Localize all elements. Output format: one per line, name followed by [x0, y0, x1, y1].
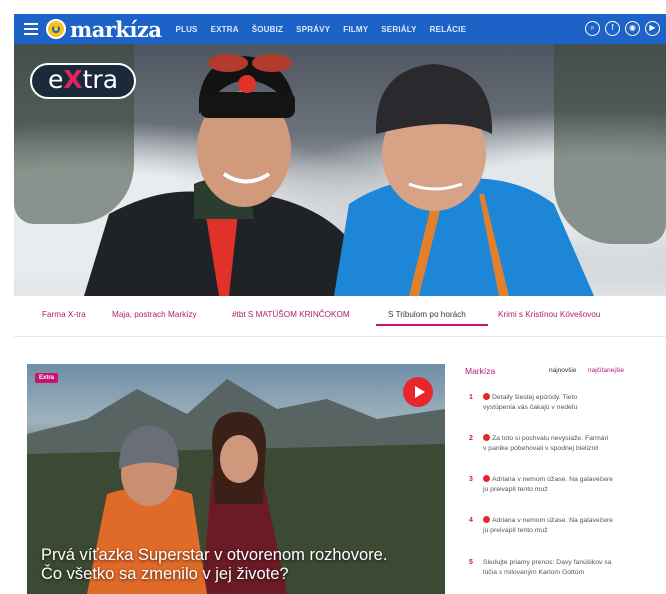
- list-item-number: 2: [469, 435, 473, 442]
- nav-item-extra[interactable]: EXTRA: [211, 25, 239, 34]
- list-item-number: 4: [469, 517, 473, 524]
- featured-article-card[interactable]: Extra Prvá víťazka Superstar v otvorenom…: [27, 364, 445, 594]
- article-title[interactable]: Prvá víťazka Superstar v otvorenom rozho…: [41, 546, 441, 584]
- list-item-line2: vystúpenia vás čakajú v nedeľu: [483, 404, 578, 411]
- sidebar-title: Markíza: [465, 366, 496, 376]
- list-item-number: 1: [469, 394, 473, 401]
- sidebar-header: Markíza najnovšie najčítanejšie: [465, 364, 666, 382]
- instagram-icon[interactable]: ◉: [625, 21, 640, 36]
- nav-item-spravy[interactable]: SPRÁVY: [296, 25, 330, 34]
- nav-item-serialy[interactable]: SERIÁLY: [381, 25, 416, 34]
- list-item-line2: lúčia s milovaným Karlom Gottom: [483, 569, 585, 576]
- extra-badge-suffix: tra: [82, 65, 119, 94]
- list-item-line2: ju preivaplí tento muž: [483, 527, 548, 534]
- top-white-stripe: [14, 0, 666, 14]
- tab-krimi[interactable]: Krimi s Kristínou Kövešovou: [498, 310, 600, 319]
- search-icon[interactable]: ⌕: [585, 21, 600, 36]
- list-item-line1: Adriana v nemom úžase. Na galavečere: [492, 517, 613, 524]
- filter-most-read[interactable]: najčítanejšie: [588, 367, 624, 374]
- show-tabs: Farma X-tra Maja, postrach Markízy #tbt …: [14, 296, 666, 337]
- category-tag[interactable]: Extra: [35, 373, 59, 383]
- hot-icon: [483, 516, 490, 523]
- nav-item-plus[interactable]: PLUS: [175, 25, 197, 34]
- nav-item-soubiz[interactable]: ŠOUBIZ: [252, 25, 283, 34]
- filter-newest[interactable]: najnovšie: [549, 367, 576, 374]
- main-nav: PLUS EXTRA ŠOUBIZ SPRÁVY FILMY SERIÁLY R…: [175, 25, 466, 34]
- hot-icon: [483, 434, 490, 441]
- hero-image[interactable]: eXtra: [14, 44, 666, 296]
- top-navigation-bar: markíza PLUS EXTRA ŠOUBIZ SPRÁVY FILMY S…: [14, 14, 666, 44]
- list-item-number: 5: [469, 559, 473, 566]
- article-title-line1: Prvá víťazka Superstar v otvorenom rozho…: [41, 546, 388, 564]
- tab-tribulom[interactable]: S Tribulom po horách: [388, 310, 466, 319]
- list-item-line2: v panike pobehovali v spodnej bielizni!: [483, 445, 599, 452]
- extra-badge-x: X: [63, 65, 83, 94]
- nav-item-filmy[interactable]: FILMY: [343, 25, 368, 34]
- list-item-line1: Za toto si pochvalu nevysiaže. Farmári: [492, 435, 609, 442]
- hot-icon: [483, 393, 490, 400]
- active-tab-underline: [376, 324, 488, 326]
- play-video-icon[interactable]: [403, 377, 433, 407]
- facebook-icon[interactable]: f: [605, 21, 620, 36]
- logo-text: markíza: [70, 16, 162, 42]
- list-item-line2: ju preivaplí tento muž: [483, 486, 548, 493]
- tab-tbt[interactable]: #tbt S MATÚŠOM KRINČOKOM: [232, 310, 350, 319]
- list-item-line1: Adriana v nemom úžase. Na galavečere: [492, 476, 613, 483]
- nav-item-relacie[interactable]: RELÁCIE: [430, 25, 467, 34]
- article-title-line2: Čo všetko sa zmenilo v jej živote?: [41, 565, 289, 583]
- social-icons: ⌕ f ◉ ▶: [585, 21, 660, 36]
- extra-badge-prefix: e: [47, 65, 64, 94]
- hamburger-menu-icon[interactable]: [24, 20, 38, 38]
- list-item-line1: Sledujte priamy prenos: Davy fanúšikov s…: [483, 559, 612, 566]
- extra-badge[interactable]: eXtra: [30, 63, 136, 99]
- most-read-sidebar: Markíza najnovšie najčítanejšie 1 Detail…: [465, 364, 666, 594]
- hot-icon: [483, 475, 490, 482]
- markiza-logo[interactable]: markíza: [46, 16, 162, 42]
- markiza-logo-icon: [46, 19, 66, 39]
- youtube-icon[interactable]: ▶: [645, 21, 660, 36]
- list-item-number: 3: [469, 476, 473, 483]
- tab-maja[interactable]: Maja, postrach Markízy: [112, 310, 197, 319]
- list-item-line1: Detaily šiestej epizódy. Tieto: [492, 394, 578, 401]
- tab-farma-xtra[interactable]: Farma X-tra: [42, 310, 86, 319]
